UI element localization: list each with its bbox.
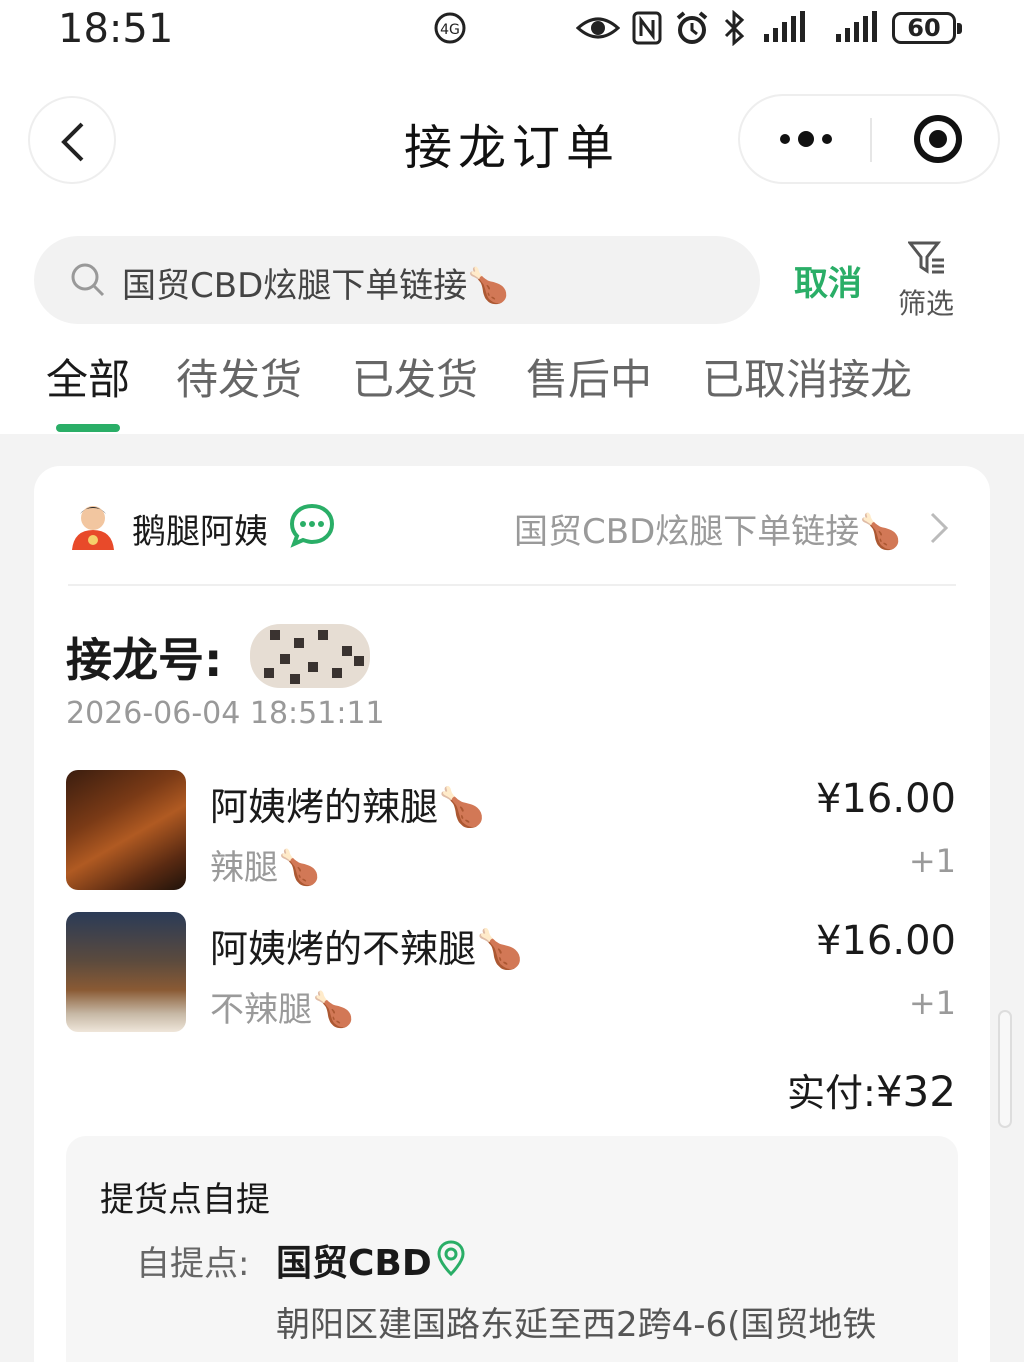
filter-label: 筛选 <box>898 287 955 320</box>
status-bar: 18:51 4G 60 <box>0 0 1024 60</box>
location-icon[interactable] <box>436 1240 466 1276</box>
back-button[interactable] <box>28 96 116 184</box>
pickup-info: 提货点自提 自提点: 国贸CBD 朝阳区建国路东延至西2跨4-6(国贸地铁 <box>66 1136 958 1362</box>
tab-all[interactable]: 全部 <box>46 346 130 407</box>
pickup-address: 朝阳区建国路东延至西2跨4-6(国贸地铁 <box>276 1305 877 1345</box>
close-miniprogram-button[interactable] <box>872 96 1000 182</box>
item-price: ¥16.00 <box>816 776 956 822</box>
eye-icon <box>575 10 621 46</box>
paid-total: 实付:¥32 <box>787 1062 956 1117</box>
redacted-order-number <box>250 624 370 688</box>
pickup-title: 提货点自提 <box>100 1180 270 1220</box>
signal-2-icon <box>820 10 878 46</box>
item-quantity: +1 <box>908 842 956 880</box>
item-quantity: +1 <box>908 984 956 1022</box>
item-image[interactable] <box>66 770 186 890</box>
card-divider <box>68 584 956 586</box>
chat-icon[interactable] <box>288 502 336 548</box>
pickup-point-name: 国贸CBD <box>276 1243 432 1284</box>
tab-cancelled[interactable]: 已取消接龙 <box>702 346 912 407</box>
order-card[interactable]: 鹅腿阿姨 国贸CBD炫腿下单链接🍗 接龙号: 2026-06-04 18:51:… <box>34 466 990 1362</box>
alarm-icon <box>674 10 710 46</box>
svg-text:4G: 4G <box>440 22 460 38</box>
search-input[interactable]: 国贸CBD炫腿下单链接🍗 <box>34 236 760 324</box>
tab-pending-shipment[interactable]: 待发货 <box>176 346 302 407</box>
scrollbar[interactable] <box>998 1010 1012 1128</box>
seller-avatar <box>72 506 114 550</box>
active-tab-indicator <box>56 424 120 432</box>
back-icon <box>61 122 84 162</box>
battery-indicator: 60 <box>892 12 962 44</box>
status-time: 18:51 <box>58 6 174 52</box>
chevron-right-icon[interactable] <box>926 510 950 546</box>
more-icon <box>780 134 790 144</box>
tab-after-sales[interactable]: 售后中 <box>526 346 652 407</box>
data-speed-icon: 4G <box>432 10 468 46</box>
filter-button[interactable]: 筛选 <box>894 236 964 326</box>
item-spec: 不辣腿🍗 <box>210 990 355 1030</box>
item-name: 阿姨烤的不辣腿🍗 <box>210 927 524 971</box>
group-name-link[interactable]: 国贸CBD炫腿下单链接🍗 <box>514 504 902 553</box>
pickup-point-label: 自提点: <box>136 1244 250 1284</box>
item-spec: 辣腿🍗 <box>210 848 321 888</box>
search-icon <box>71 263 105 297</box>
signal-icon <box>762 10 806 46</box>
more-button[interactable] <box>740 96 870 182</box>
order-tabs: 全部 待发货 已发货 售后中 已取消接龙 <box>0 346 1024 434</box>
order-time: 2026-06-04 18:51:11 <box>66 696 385 731</box>
page-title: 接龙订单 <box>403 120 620 176</box>
paid-amount: ¥32 <box>875 1067 956 1116</box>
miniprogram-capsule <box>738 94 1000 184</box>
cancel-search-button[interactable]: 取消 <box>794 256 862 305</box>
order-number-label: 接龙号: <box>66 633 223 687</box>
filter-icon <box>908 241 944 274</box>
bluetooth-icon <box>722 9 746 47</box>
search-query: 国贸CBD炫腿下单链接🍗 <box>122 266 510 306</box>
tab-shipped[interactable]: 已发货 <box>352 346 478 407</box>
paid-label: 实付: <box>787 1071 876 1115</box>
item-name: 阿姨烤的辣腿🍗 <box>210 785 486 829</box>
seller-name: 鹅腿阿姨 <box>132 512 268 552</box>
item-image[interactable] <box>66 912 186 1032</box>
nfc-icon <box>632 10 662 46</box>
item-price: ¥16.00 <box>816 918 956 964</box>
